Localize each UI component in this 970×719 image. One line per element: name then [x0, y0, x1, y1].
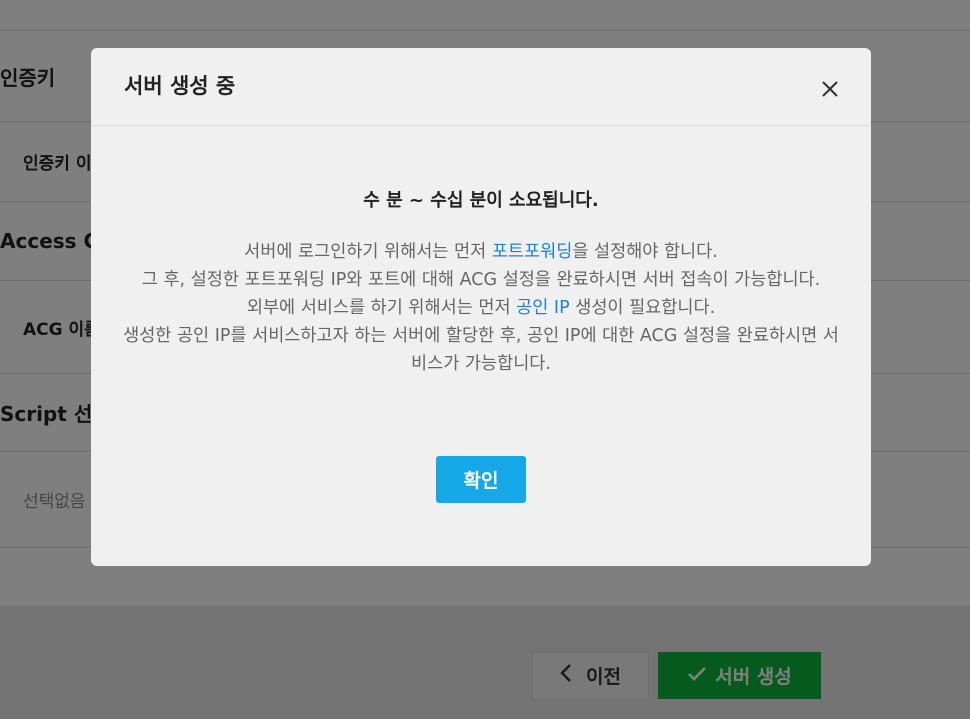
port-forwarding-link[interactable]: 포트포워딩 [492, 242, 573, 262]
desc-line-port-forwarding: 서버에 로그인하기 위해서는 먼저 포트포워딩을 설정해야 합니다. [121, 238, 841, 266]
modal-description: 서버에 로그인하기 위해서는 먼저 포트포워딩을 설정해야 합니다. 그 후, … [121, 238, 841, 378]
confirm-button[interactable]: 확인 [436, 456, 526, 503]
desc-text: 외부에 서비스를 하기 위해서는 먼저 [246, 298, 517, 318]
desc-line-acg: 그 후, 설정한 포트포워딩 IP와 포트에 대해 ACG 설정을 완료하시면 … [141, 270, 821, 290]
desc-text: 생성이 필요합니다. [569, 298, 716, 318]
close-icon[interactable] [819, 78, 841, 100]
public-ip-link[interactable]: 공인 IP [516, 298, 569, 318]
duration-notice: 수 분 ~ 수십 분이 소요됩니다. [363, 190, 599, 211]
desc-text: 을 설정해야 합니다. [572, 242, 718, 262]
desc-line-public-ip-acg: 생성한 공인 IP를 서비스하고자 하는 서버에 할당한 후, 공인 IP에 대… [123, 326, 839, 374]
server-creating-modal: 서버 생성 중 수 분 ~ 수십 분이 소요됩니다. 서버에 로그인하기 위해서… [91, 48, 871, 566]
modal-header: 서버 생성 중 [91, 48, 871, 126]
desc-text: 서버에 로그인하기 위해서는 먼저 [244, 242, 492, 262]
desc-line-public-ip: 외부에 서비스를 하기 위해서는 먼저 공인 IP 생성이 필요합니다. [121, 294, 841, 322]
modal-title: 서버 생성 중 [124, 74, 236, 98]
